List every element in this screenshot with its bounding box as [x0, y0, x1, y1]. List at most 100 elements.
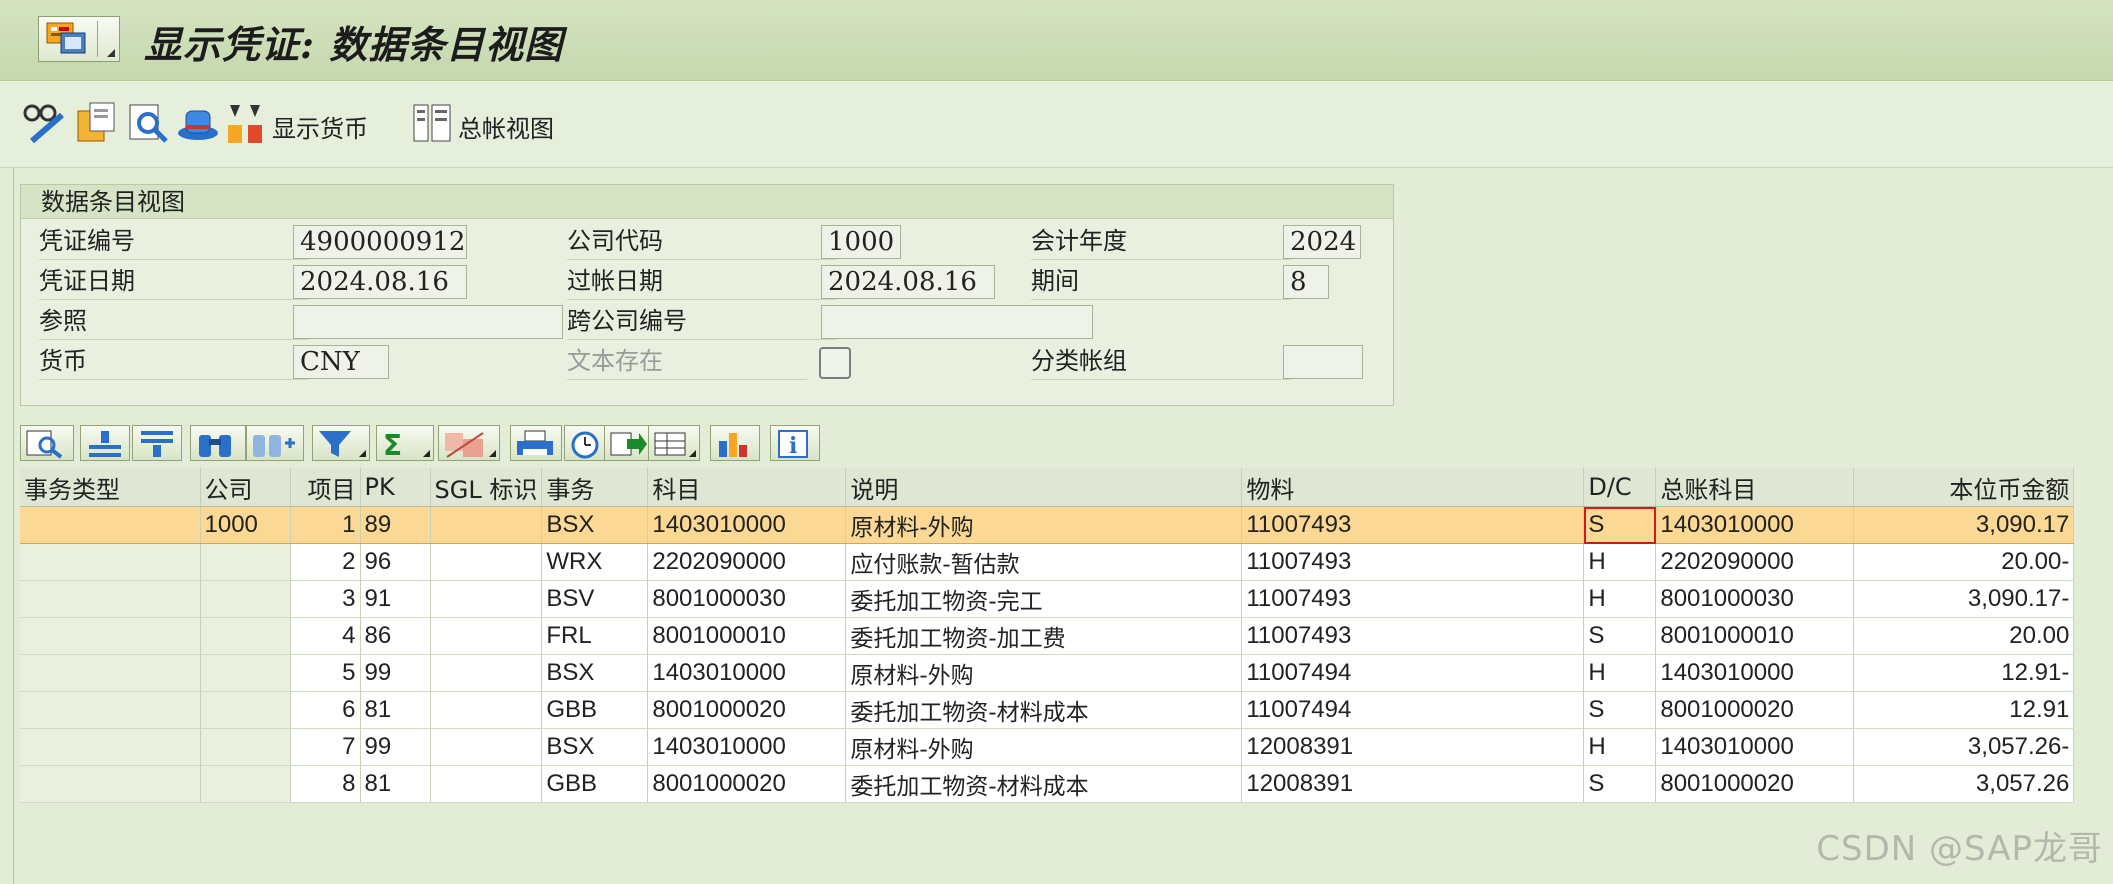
cell-local-amount[interactable]: 12.91- — [1853, 654, 2075, 692]
table-row[interactable]: 5 99 BSX 1403010000 原材料-外购 11007494 H 140301000… — [20, 654, 2075, 692]
change-display-icon[interactable] — [22, 101, 66, 145]
cell-transaction[interactable]: GBB — [541, 765, 649, 803]
find-next-button[interactable] — [246, 425, 304, 461]
cell-sgl-indicator[interactable] — [430, 691, 543, 729]
cell-material[interactable]: 11007493 — [1241, 506, 1585, 544]
cell-item[interactable]: 4 — [290, 617, 361, 655]
cell-account[interactable]: 8001000030 — [647, 580, 847, 618]
cell-sgl-indicator[interactable] — [430, 728, 543, 766]
col-transaction[interactable]: 事务 — [541, 468, 649, 507]
cell-debit-credit[interactable]: S — [1583, 691, 1657, 729]
layout-button[interactable] — [648, 425, 700, 461]
cell-gl-account[interactable]: 1403010000 — [1655, 728, 1855, 766]
cell-account[interactable]: 8001000020 — [647, 765, 847, 803]
cell-account[interactable]: 8001000010 — [647, 617, 847, 655]
cell-item[interactable]: 7 — [290, 728, 361, 766]
filter-button[interactable] — [312, 425, 370, 461]
cell-item[interactable]: 1 — [290, 506, 361, 544]
cell-debit-credit[interactable]: H — [1583, 728, 1657, 766]
cell-transaction-type[interactable] — [20, 506, 201, 544]
cell-description[interactable]: 原材料-外购 — [845, 506, 1243, 544]
cell-transaction[interactable]: BSV — [541, 580, 649, 618]
cell-transaction-type[interactable] — [20, 654, 201, 692]
col-account[interactable]: 科目 — [647, 468, 847, 507]
cell-company[interactable] — [200, 580, 291, 618]
col-company[interactable]: 公司 — [200, 468, 291, 507]
table-row[interactable]: 1000 1 89 BSX 1403010000 原材料-外购 11007493 S 14030… — [20, 506, 2075, 544]
cell-item[interactable]: 8 — [290, 765, 361, 803]
cell-material[interactable]: 11007494 — [1241, 691, 1585, 729]
cell-transaction[interactable]: BSX — [541, 654, 649, 692]
cell-debit-credit[interactable]: H — [1583, 543, 1657, 581]
text-exists-checkbox[interactable] — [819, 347, 851, 379]
period-field[interactable]: 8 — [1283, 265, 1329, 299]
cell-transaction-type[interactable] — [20, 543, 201, 581]
cell-transaction[interactable]: GBB — [541, 691, 649, 729]
cell-local-amount[interactable]: 3,057.26- — [1853, 728, 2075, 766]
display-currency-icon[interactable] — [226, 101, 270, 145]
cell-description[interactable]: 委托加工物资-材料成本 — [845, 691, 1243, 729]
cell-gl-account[interactable]: 1403010000 — [1655, 654, 1855, 692]
cell-transaction-type[interactable] — [20, 580, 201, 618]
cell-debit-credit[interactable]: H — [1583, 580, 1657, 618]
sort-descending-button[interactable] — [132, 425, 182, 461]
cell-item[interactable]: 5 — [290, 654, 361, 692]
cell-gl-account[interactable]: 8001000020 — [1655, 691, 1855, 729]
cell-gl-account[interactable]: 1403010000 — [1655, 506, 1855, 544]
cell-account[interactable]: 1403010000 — [647, 506, 847, 544]
cell-description[interactable]: 原材料-外购 — [845, 728, 1243, 766]
cell-pk[interactable]: 89 — [360, 506, 431, 544]
print-button[interactable] — [510, 425, 562, 461]
col-gl-account[interactable]: 总账科目 — [1655, 468, 1855, 507]
cell-material[interactable]: 11007493 — [1241, 543, 1585, 581]
col-pk[interactable]: PK — [360, 468, 431, 507]
table-row[interactable]: 7 99 BSX 1403010000 原材料-外购 12008391 H 140301000… — [20, 728, 2075, 766]
cell-account[interactable]: 1403010000 — [647, 654, 847, 692]
cell-pk[interactable]: 91 — [360, 580, 431, 618]
cell-description[interactable]: 委托加工物资-材料成本 — [845, 765, 1243, 803]
col-debit-credit[interactable]: D/C — [1583, 468, 1657, 507]
doc-date-field[interactable]: 2024.08.16 — [293, 265, 467, 299]
cell-company[interactable] — [200, 654, 291, 692]
cell-company[interactable]: 1000 — [200, 506, 291, 544]
cell-pk[interactable]: 81 — [360, 765, 431, 803]
cell-pk[interactable]: 99 — [360, 654, 431, 692]
posting-date-field[interactable]: 2024.08.16 — [821, 265, 995, 299]
cell-material[interactable]: 12008391 — [1241, 728, 1585, 766]
other-document-icon[interactable] — [74, 101, 118, 145]
col-transaction-type[interactable]: 事务类型 — [20, 468, 201, 507]
cell-item[interactable]: 6 — [290, 691, 361, 729]
cell-debit-credit[interactable]: H — [1583, 654, 1657, 692]
find-button[interactable] — [190, 425, 246, 461]
cell-debit-credit[interactable]: S — [1583, 506, 1657, 544]
cell-pk[interactable]: 86 — [360, 617, 431, 655]
doc-number-field[interactable]: 4900000912 — [293, 225, 467, 259]
cell-local-amount[interactable]: 20.00 — [1853, 617, 2075, 655]
cell-account[interactable]: 8001000020 — [647, 691, 847, 729]
cell-debit-credit[interactable]: S — [1583, 617, 1657, 655]
cell-company[interactable] — [200, 543, 291, 581]
col-description[interactable]: 说明 — [845, 468, 1243, 507]
cell-sgl-indicator[interactable] — [430, 506, 543, 544]
cell-item[interactable]: 2 — [290, 543, 361, 581]
cell-transaction[interactable]: BSX — [541, 506, 649, 544]
cell-transaction[interactable]: FRL — [541, 617, 649, 655]
cell-material[interactable]: 11007494 — [1241, 654, 1585, 692]
table-row[interactable]: 8 81 GBB 8001000020 委托加工物资-材料成本 12008391 S 8001… — [20, 765, 2075, 803]
cell-local-amount[interactable]: 3,090.17 — [1853, 506, 2075, 544]
cell-description[interactable]: 委托加工物资-加工费 — [845, 617, 1243, 655]
cell-gl-account[interactable]: 8001000020 — [1655, 765, 1855, 803]
table-row[interactable]: 4 86 FRL 8001000010 委托加工物资-加工费 11007493 S 80010… — [20, 617, 2075, 655]
ledger-group-field[interactable] — [1283, 345, 1363, 379]
cell-pk[interactable]: 99 — [360, 728, 431, 766]
cell-transaction[interactable]: BSX — [541, 728, 649, 766]
cell-sgl-indicator[interactable] — [430, 654, 543, 692]
sort-ascending-button[interactable] — [80, 425, 130, 461]
cell-local-amount[interactable]: 3,090.17- — [1853, 580, 2075, 618]
cell-pk[interactable]: 81 — [360, 691, 431, 729]
cell-sgl-indicator[interactable] — [430, 765, 543, 803]
col-item[interactable]: 项目 — [290, 468, 361, 507]
cell-pk[interactable]: 96 — [360, 543, 431, 581]
cell-sgl-indicator[interactable] — [430, 580, 543, 618]
col-material[interactable]: 物料 — [1241, 468, 1585, 507]
